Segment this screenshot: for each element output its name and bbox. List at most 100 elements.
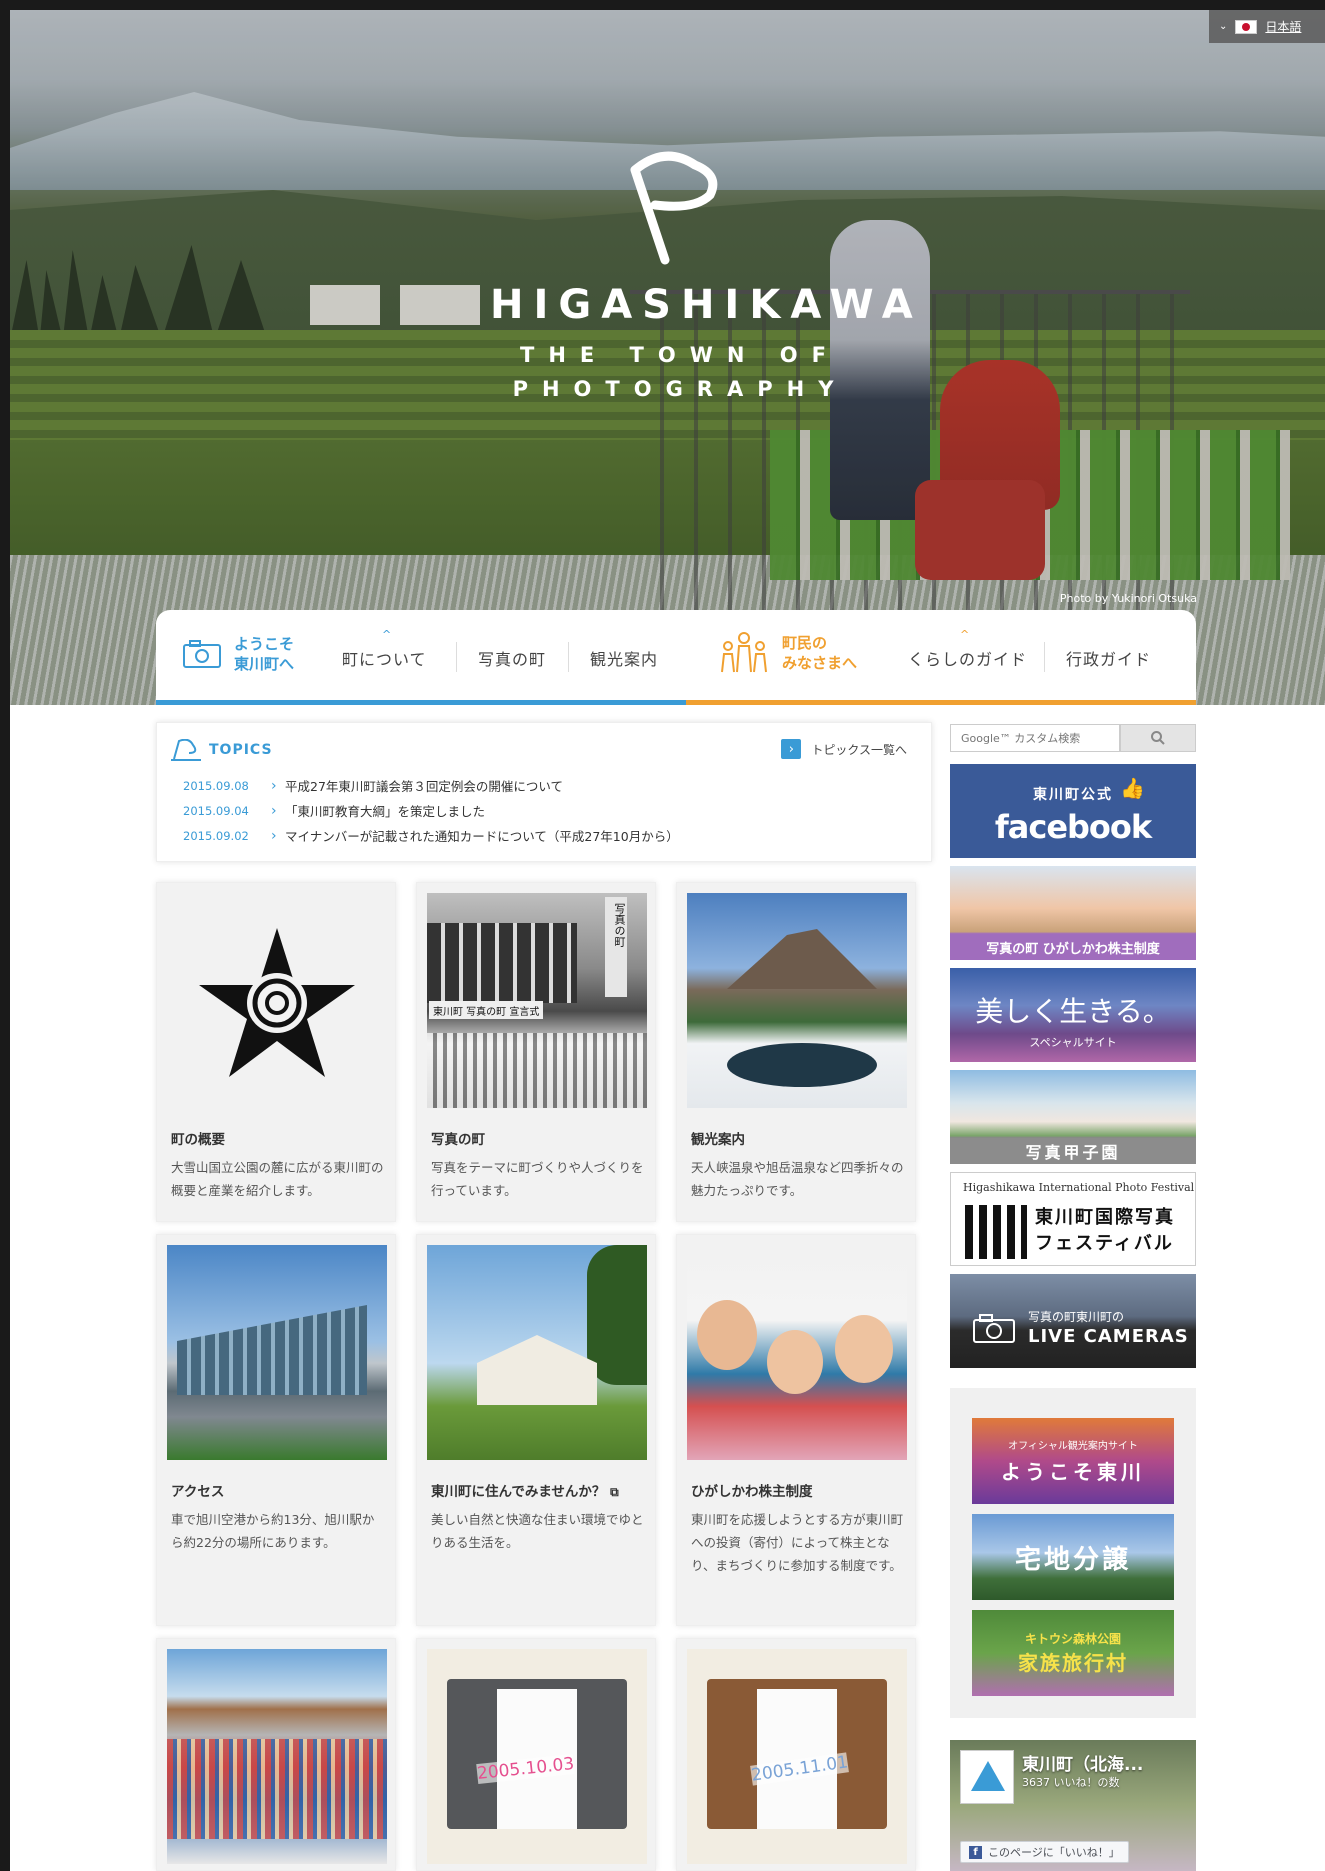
flag-logo-icon [630,151,718,265]
search-input[interactable] [950,724,1120,752]
nav-welcome[interactable]: ようこそ 東川町へ [182,634,294,674]
facebook-banner[interactable]: 東川町公式 facebook 👍 [950,764,1196,858]
site-logo[interactable]: HIGASHIKAWA THE TOWN OF PHOTOGRAPHY [490,150,923,430]
card-title: 町の概要 [171,1132,225,1148]
card-title: 東川町に住んでみませんか？ ⧉ [431,1484,619,1500]
fb-like-button[interactable]: f このページに「いいね！」 [960,1841,1129,1863]
news-title: マイナンバーが記載された通知カードについて（平成27年10月から） [285,829,679,844]
fb-page-name[interactable]: 東川町（北海... [1022,1750,1143,1775]
page: HIGASHIKAWA THE TOWN OF PHOTOGRAPHY Phot… [10,10,1325,1871]
topics-heading: TOPICS [171,739,273,761]
card-image: 写真の町 東川町 写真の町 宣言式 [427,893,647,1108]
card-town-overview[interactable]: 町の概要 大雪山国立公園の麓に広がる東川町の概要と産業を紹介します。 [156,882,396,1222]
nav-living-guide[interactable]: くらしのガイド [908,646,1027,670]
nav-citizen-line1: 町民の [782,634,828,652]
ceremony-sign: 東川町 写真の町 宣言式 [429,1001,544,1019]
news-title: 平成27年東川町議会第３回定例会の開催について [285,779,564,794]
news-item[interactable]: 2015.09.04 › 「東川町教育大綱」を策定しました [183,798,923,823]
card-living[interactable]: 東川町に住んでみませんか？ ⧉ 美しい自然と快適な住まい環境でゆとりある生活を。 [416,1234,656,1626]
chevron-right-icon: › [271,802,277,819]
nav-divider [1044,642,1045,672]
town-logo-icon [971,1761,1005,1791]
nav-photo-town[interactable]: 写真の町 [478,646,546,670]
language-selector[interactable]: ⌄ 日本語 [1209,10,1325,43]
shareholder-banner[interactable]: 写真の町 ひがしかわ株主制度 [950,866,1196,960]
live-cameras-sub: 写真の町東川町の [1028,1310,1125,1324]
thumbs-up-icon: 👍 [1120,776,1145,800]
fb-like-count: 3637 いいね！の数 [1022,1776,1120,1789]
chevron-down-icon: ⌄ [1219,21,1228,32]
caret-up-icon: ^ [382,628,392,641]
barcode-logo-icon [965,1205,1027,1259]
camera-icon [973,1314,1015,1343]
welcome-banner-title: ようこそ東川 [1001,1460,1145,1484]
card-title: 写真の町 [431,1132,485,1148]
sub-banner-panel: オフィシャル観光案内サイト ようこそ東川 宅地分譲 キトウシ森林公園 家族旅行村 [950,1388,1196,1718]
card-photo-town[interactable]: 写真の町 東川町 写真の町 宣言式 写真の町 写真をテーマに町づくりや人づくりを… [416,882,656,1222]
card-text: 美しい自然と快適な住まい環境でゆとりある生活を。 [431,1512,644,1550]
welcome-banner-sub: オフィシャル観光案内サイト [1008,1441,1138,1452]
facebook-page-widget: 東川町（北海... 3637 いいね！の数 f このページに「いいね！」 [950,1740,1196,1871]
news-item[interactable]: 2015.09.02 › マイナンバーが記載された通知カードについて（平成27年… [183,823,923,848]
nav-citizen-line2: みなさまへ [782,654,858,672]
card-title: ひがしかわ株主制度 [691,1484,813,1500]
beautiful-living-banner[interactable]: 美しく生きる。 スペシャルサイト [950,968,1196,1062]
card-school-photo[interactable] [156,1638,396,1871]
facebook-wordmark: facebook [994,808,1152,846]
facebook-icon: f [969,1845,982,1859]
fb-like-label: このページに「いいね！」 [988,1846,1120,1859]
nav-tourism[interactable]: 観光案内 [590,646,658,670]
hero-image: HIGASHIKAWA THE TOWN OF PHOTOGRAPHY Phot… [10,10,1325,705]
card-title: アクセス [171,1484,225,1500]
nav-welcome-line1: ようこそ [234,635,295,653]
page-avatar[interactable] [960,1750,1014,1804]
residential-lots-banner[interactable]: 宅地分譲 [972,1514,1174,1600]
photo-festival-en: Higashikawa International Photo Festival [963,1181,1195,1194]
nav-citizen-bar [686,700,1196,705]
photo-koshien-label: 写真甲子園 [950,1138,1196,1164]
topics-all-label: トピックス一覧へ [811,742,907,757]
camera-icon [183,640,221,668]
nav-divider [568,642,569,672]
family-village-banner[interactable]: キトウシ森林公園 家族旅行村 [972,1610,1174,1696]
card-document-2005-10[interactable]: 2005.10.03 [416,1638,656,1871]
photo-festival-banner[interactable]: Higashikawa International Photo Festival… [950,1172,1196,1266]
nav-about-town[interactable]: 町について [342,646,427,670]
town-emblem-icon [199,928,355,1077]
card-tourism[interactable]: 観光案内 天人峡温泉や旭岳温泉など四季折々の魅力たっぷりです。 [676,882,916,1222]
main-nav: ようこそ 東川町へ ^ 町について 写真の町 観光案内 町民の みなさまへ ^ [156,610,1196,705]
news-date: 2015.09.04 [183,803,249,818]
card-image: 2005.11.01 [687,1649,907,1864]
card-image [427,1245,647,1460]
site-search [950,724,1196,752]
topics-all-link[interactable]: › トピックス一覧へ [781,739,907,759]
facebook-banner-label: 東川町公式 [1033,787,1113,803]
language-label: 日本語 [1265,20,1302,34]
card-access[interactable]: アクセス 車で旭川空港から約13分、旭川駅から約22分の場所にあります。 [156,1234,396,1626]
search-button[interactable] [1120,724,1196,752]
news-date: 2015.09.08 [183,778,249,793]
news-item[interactable]: 2015.09.08 › 平成27年東川町議会第３回定例会の開催について [183,773,923,798]
nav-admin-guide[interactable]: 行政ガイド [1066,646,1151,670]
photo-koshien-banner[interactable]: 写真甲子園 [950,1070,1196,1164]
chevron-right-icon: › [271,827,277,844]
card-image [687,893,907,1108]
shareholder-banner-label: 写真の町 ひがしかわ株主制度 [950,934,1196,960]
card-text: 大雪山国立公園の麓に広がる東川町の概要と産業を紹介します。 [171,1160,384,1198]
live-cameras-banner[interactable]: 写真の町東川町の LIVE CAMERAS [950,1274,1196,1368]
card-document-2005-11[interactable]: 2005.11.01 [676,1638,916,1871]
card-text: 写真をテーマに町づくりや人づくりを行っています。 [431,1160,644,1198]
card-text: 天人峡温泉や旭岳温泉など四季折々の魅力たっぷりです。 [691,1160,904,1198]
welcome-higashikawa-banner[interactable]: オフィシャル観光案内サイト ようこそ東川 [972,1418,1174,1504]
card-title: 観光案内 [691,1132,745,1148]
nav-citizens[interactable]: 町民の みなさまへ [718,632,857,674]
card-image [167,1245,387,1460]
chevron-right-icon: › [271,777,277,794]
logo-title: HIGASHIKAWA [490,282,923,328]
photo-credit: Photo by Yukinori Otsuka [1059,592,1197,605]
card-shareholder[interactable]: ひがしかわ株主制度 東川町を応援しようとする方が東川町への投資（寄付）によって株… [676,1234,916,1626]
nav-divider [456,642,457,672]
card-image [687,1245,907,1460]
card-text: 車で旭川空港から約13分、旭川駅から約22分の場所にあります。 [171,1512,375,1550]
logo-subtitle-line2: PHOTOGRAPHY [512,377,848,401]
